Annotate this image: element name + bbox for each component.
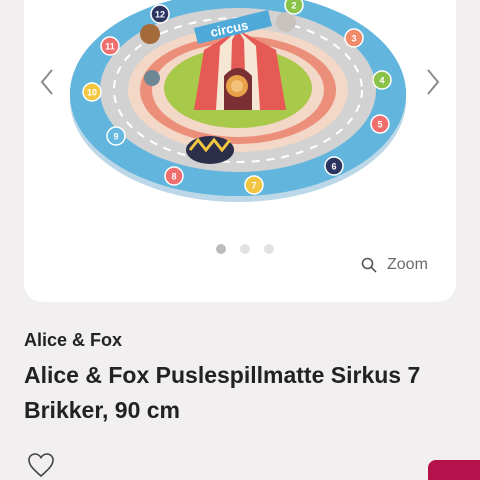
number-badge-label: 7 xyxy=(251,181,256,191)
search-icon xyxy=(361,257,377,273)
number-badge-label: 5 xyxy=(377,120,382,130)
favorite-button[interactable] xyxy=(27,452,55,480)
product-brand[interactable]: Alice & Fox xyxy=(24,330,122,351)
pagination-dot-1[interactable] xyxy=(216,244,226,254)
zoom-label: Zoom xyxy=(387,256,428,273)
number-badge-label: 2 xyxy=(291,1,296,11)
number-badge-label: 10 xyxy=(87,88,97,98)
heart-icon xyxy=(28,453,54,478)
number-badge-label: 3 xyxy=(351,34,356,44)
gallery-pagination xyxy=(216,244,274,254)
number-badge-label: 11 xyxy=(105,42,115,52)
monkey-figure xyxy=(140,24,160,44)
seal-figure xyxy=(144,70,160,86)
horse-figure xyxy=(276,12,296,32)
number-badge-label: 9 xyxy=(113,132,118,142)
number-badge-label: 12 xyxy=(155,10,165,20)
number-badge-label: 8 xyxy=(171,172,176,182)
chevron-right-icon xyxy=(427,69,440,95)
chevron-left-icon xyxy=(40,69,53,95)
number-badge-label: 4 xyxy=(379,76,384,86)
previous-image-button[interactable] xyxy=(32,62,62,102)
product-title: Alice & Fox Puslespillmatte Sirkus 7 Bri… xyxy=(24,362,421,423)
drum-figure xyxy=(186,136,234,164)
pagination-dot-2[interactable] xyxy=(240,244,250,254)
number-badge-label: 6 xyxy=(331,162,336,172)
add-to-cart-button[interactable] xyxy=(428,460,480,480)
zoom-button[interactable]: Zoom xyxy=(361,252,428,278)
product-gallery-card: circus 12 2 3 4 5 6 7 8 9 10 11 Zoom xyxy=(24,0,456,302)
product-image[interactable]: circus 12234567891011 xyxy=(24,0,456,220)
next-image-button[interactable] xyxy=(418,62,448,102)
pagination-dot-3[interactable] xyxy=(264,244,274,254)
